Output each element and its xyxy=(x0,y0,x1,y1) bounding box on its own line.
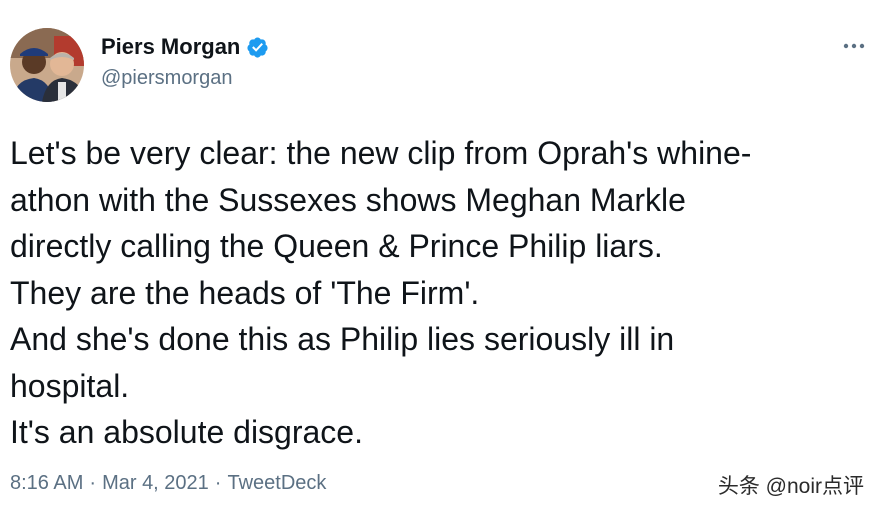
verified-badge-icon xyxy=(246,36,269,59)
tweet-source[interactable]: TweetDeck xyxy=(227,472,326,494)
tweet-time[interactable]: 8:16 AM xyxy=(10,472,83,494)
tweet-line: It's an absolute disgrace. xyxy=(10,414,363,450)
author-avatar[interactable] xyxy=(10,28,84,102)
meta-separator: · xyxy=(89,472,97,494)
tweet-line: Let's be very clear: the new clip from O… xyxy=(10,135,752,171)
tweet-meta: 8:16 AM · Mar 4, 2021 · TweetDeck xyxy=(10,472,326,495)
tweet-date[interactable]: Mar 4, 2021 xyxy=(102,472,209,494)
author-handle[interactable]: @piersmorgan xyxy=(101,67,232,90)
author-name-row[interactable]: Piers Morgan xyxy=(101,34,269,60)
tweet-line: And she's done this as Philip lies serio… xyxy=(10,321,675,357)
more-options-icon[interactable] xyxy=(840,36,868,56)
tweet-line: hospital. xyxy=(10,367,130,404)
watermark-text: 头条 @noir点评 xyxy=(717,475,864,498)
avatar-photo xyxy=(10,28,84,102)
meta-separator: · xyxy=(214,472,222,494)
tweet-card: Piers Morgan @piersmorgan Let's be very … xyxy=(0,0,878,514)
tweet-text: Let's be very clear: the new clip from O… xyxy=(10,130,860,456)
author-display-name[interactable]: Piers Morgan xyxy=(101,34,240,60)
tweet-line: directly calling the Queen & Prince Phil… xyxy=(10,228,663,264)
tweet-line: They are the heads of 'The Firm'. xyxy=(10,274,480,311)
tweet-line: athon with the Sussexes shows Meghan Mar… xyxy=(10,181,686,218)
